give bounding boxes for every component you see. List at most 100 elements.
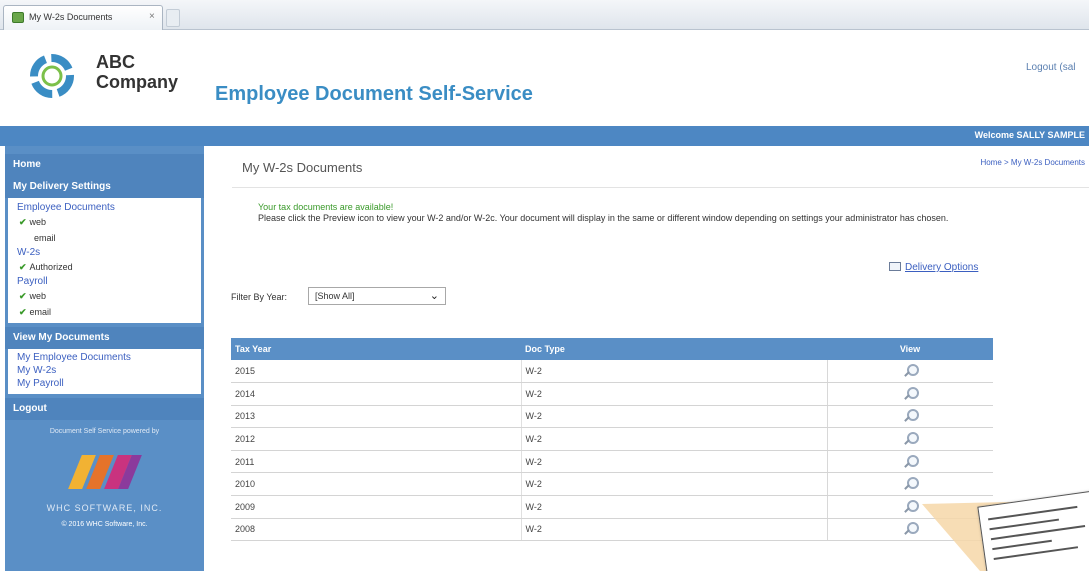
setting-payroll-email: ✔ email: [17, 304, 192, 320]
table-header-row: Tax Year Doc Type View: [231, 338, 993, 360]
new-tab-button[interactable]: [166, 9, 180, 27]
browser-tab-strip: My W-2s Documents ×: [0, 0, 1089, 30]
table-row: 2008 W-2: [231, 518, 993, 542]
setting-label: Authorized: [29, 262, 73, 272]
logo-line-2: Company: [96, 72, 179, 92]
check-icon: ✔: [19, 307, 27, 317]
sidebar-item-home[interactable]: Home: [5, 154, 204, 176]
powered-by-text: Document Self Service powered by: [49, 428, 160, 435]
sidebar-item-my-employee-documents[interactable]: My Employee Documents: [17, 351, 192, 364]
tax-year-cell: 2012: [231, 427, 521, 451]
doc-type-cell: W-2: [520, 360, 827, 384]
logo-icon: [30, 54, 74, 98]
view-cell: [826, 382, 993, 406]
setting-employee-web: ✔ web: [17, 214, 192, 230]
sidebar-item-payroll[interactable]: Payroll: [17, 275, 192, 288]
documents-table: Tax Year Doc Type View 2015 W-2 2014 W-2 201…: [231, 338, 993, 542]
setting-label: web: [29, 217, 47, 227]
check-icon: ✔: [19, 262, 27, 272]
favicon-icon: [12, 12, 24, 23]
filter-year-value: [Show All]: [315, 291, 355, 301]
column-header-view: View: [827, 338, 993, 360]
view-cell: [826, 472, 993, 497]
tax-year-cell: 2011: [231, 450, 521, 474]
view-documents-box: My Employee Documents My W-2s My Payroll: [8, 349, 201, 394]
doc-type-cell: W-2: [520, 405, 827, 429]
logo-line-1: ABC: [96, 52, 135, 72]
filter-year-label: Filter By Year:: [231, 292, 288, 302]
table-row: 2012 W-2: [231, 427, 993, 451]
sidebar-heading-delivery-settings: My Delivery Settings: [5, 176, 204, 198]
welcome-text: Welcome SALLY SAMPLE: [974, 130, 1085, 140]
setting-employee-email: email: [17, 230, 192, 246]
table-row: 2013 W-2: [231, 405, 993, 429]
table-row: 2014 W-2: [231, 382, 993, 406]
filter-year-select[interactable]: [Show All] ⌄: [308, 287, 446, 305]
notice-body: Please click the Preview icon to view yo…: [258, 213, 949, 223]
magnifier-icon[interactable]: [902, 408, 920, 424]
setting-label: web: [29, 291, 47, 301]
divider: [232, 187, 1089, 188]
tax-year-cell: 2009: [231, 495, 521, 519]
table-row: 2010 W-2: [231, 472, 993, 497]
view-cell: [826, 360, 993, 384]
column-header-doc-type[interactable]: Doc Type: [521, 338, 827, 360]
delivery-settings-box: Employee Documents ✔ web email W-2s ✔ Auth…: [8, 198, 201, 323]
table-row: 2011 W-2: [231, 450, 993, 474]
sidebar-item-my-payroll[interactable]: My Payroll: [17, 377, 192, 390]
notice-message: Your tax documents are available! Please…: [258, 202, 1038, 224]
table-body: 2015 W-2 2014 W-2 2013 W-2 2012 W-2 2011 W-2 2010 W…: [231, 360, 993, 542]
magnifier-icon[interactable]: [902, 386, 920, 402]
breadcrumb[interactable]: Home > My W-2s Documents: [980, 158, 1085, 167]
chevron-down-icon: ⌄: [429, 290, 439, 302]
tax-year-cell: 2008: [231, 518, 521, 542]
magnifier-icon[interactable]: [902, 363, 920, 379]
doc-type-cell: W-2: [520, 427, 827, 451]
page-title: My W-2s Documents: [242, 160, 363, 175]
vendor-brand: WHC SOFTWARE, INC.: [46, 503, 163, 513]
delivery-options-link[interactable]: Delivery Options: [905, 262, 978, 273]
sidebar-item-my-w2s[interactable]: My W-2s: [17, 364, 192, 377]
tax-year-cell: 2013: [231, 405, 521, 429]
doc-type-cell: W-2: [520, 382, 827, 406]
notice-title: Your tax documents are available!: [258, 202, 394, 212]
company-logo-text: ABC Company: [96, 52, 178, 92]
site-header: ABC Company Employee Document Self-Servi…: [0, 30, 1089, 126]
vendor-logo-icon: [65, 445, 145, 489]
doc-type-cell: W-2: [520, 518, 827, 542]
tax-year-cell: 2010: [231, 472, 521, 497]
delivery-options-icon[interactable]: [889, 262, 901, 271]
view-cell: [826, 427, 993, 451]
magnifier-icon[interactable]: [902, 431, 920, 447]
doc-type-cell: W-2: [520, 472, 827, 497]
doc-type-cell: W-2: [520, 450, 827, 474]
setting-label: email: [29, 307, 52, 317]
delivery-options-label: Delivery Options: [905, 262, 979, 273]
tab-title: My W-2s Documents: [29, 12, 113, 22]
sidebar-item-logout[interactable]: Logout: [5, 398, 204, 420]
sidebar: Home My Delivery Settings Employee Docum…: [5, 146, 204, 571]
check-icon: ✔: [19, 291, 27, 301]
close-icon[interactable]: ×: [149, 11, 155, 22]
table-row: 2015 W-2: [231, 360, 993, 384]
magnifier-icon[interactable]: [902, 454, 920, 470]
copyright-text: © 2016 WHC Software, Inc.: [61, 521, 148, 528]
tax-year-cell: 2015: [231, 360, 521, 384]
setting-w2-authorized: ✔ Authorized: [17, 259, 192, 275]
setting-payroll-web: ✔ web: [17, 288, 192, 304]
table-row: 2009 W-2: [231, 495, 993, 519]
browser-tab[interactable]: My W-2s Documents ×: [3, 5, 163, 30]
tax-year-cell: 2014: [231, 382, 521, 406]
sidebar-item-employee-documents[interactable]: Employee Documents: [17, 201, 192, 214]
view-cell: [826, 450, 993, 474]
site-title: Employee Document Self-Service: [215, 83, 533, 105]
check-icon: ✔: [19, 217, 27, 227]
doc-type-cell: W-2: [520, 495, 827, 519]
magnifier-icon[interactable]: [902, 476, 920, 492]
view-cell: [826, 405, 993, 429]
column-header-tax-year[interactable]: Tax Year: [231, 338, 521, 360]
welcome-bar: Welcome SALLY SAMPLE: [0, 126, 1089, 146]
sidebar-item-w2s[interactable]: W-2s: [17, 246, 192, 259]
logout-link-top[interactable]: Logout (sal: [1026, 62, 1075, 73]
sidebar-heading-view-documents: View My Documents: [5, 327, 204, 349]
